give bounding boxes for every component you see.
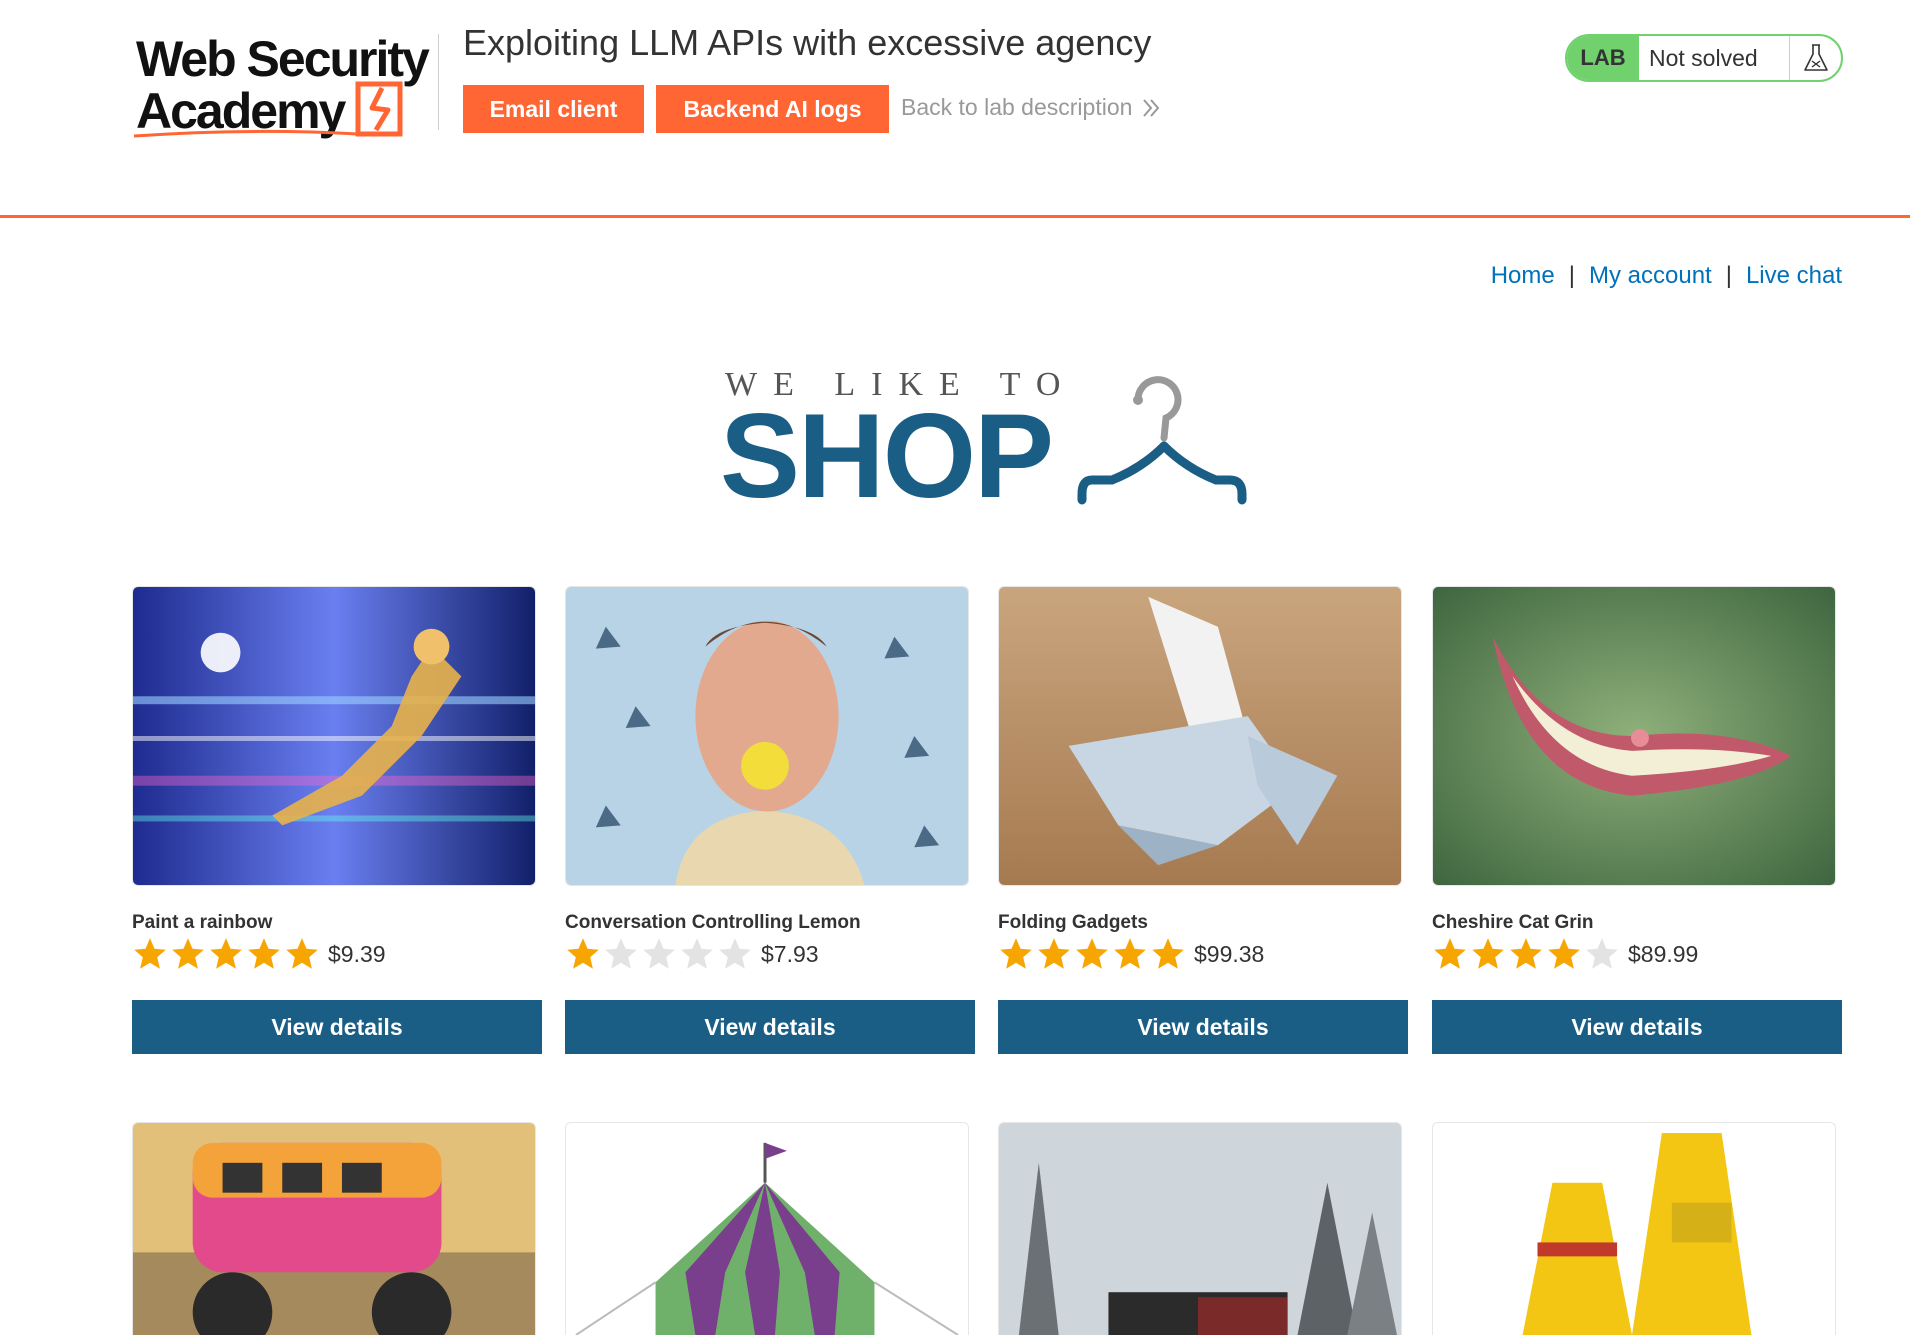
- origami-image[interactable]: [998, 586, 1402, 886]
- nav-separator: |: [1568, 262, 1575, 289]
- email-client-button[interactable]: Email client: [463, 85, 644, 133]
- star-filled-icon: [1434, 938, 1466, 969]
- star-empty-icon: [605, 938, 637, 969]
- star-empty-icon: [1586, 938, 1618, 969]
- backend-ai-logs-button[interactable]: Backend AI logs: [656, 85, 889, 133]
- star-filled-icon: [134, 938, 166, 969]
- star-filled-icon: [1000, 938, 1032, 969]
- star-filled-icon: [1076, 938, 1108, 969]
- view-details-button[interactable]: View details: [565, 1000, 975, 1054]
- circus-tent-image[interactable]: [565, 1122, 969, 1335]
- star-filled-icon: [1510, 938, 1542, 969]
- web-security-academy-logo[interactable]: Web Security Academy: [132, 28, 434, 140]
- cat-grin-image[interactable]: [1432, 586, 1836, 886]
- view-details-button[interactable]: View details: [998, 1000, 1408, 1054]
- back-link-label: Back to lab description: [901, 94, 1133, 120]
- monster-van-image[interactable]: [132, 1122, 536, 1335]
- flask-icon: [1789, 36, 1841, 80]
- caution-sign-image[interactable]: [1432, 1122, 1836, 1335]
- star-empty-icon: [643, 938, 675, 969]
- product-name: Paint a rainbow: [132, 912, 273, 933]
- star-filled-icon: [172, 938, 204, 969]
- product-rating: $7.93: [565, 936, 819, 972]
- product-rating: $89.99: [1432, 936, 1698, 972]
- nav-separator: |: [1725, 262, 1732, 289]
- logo-divider: [438, 34, 439, 130]
- site-navigation: Home | My account | Live chat: [1491, 262, 1842, 290]
- clothes-hanger-icon: [1077, 376, 1247, 505]
- product-price: $89.99: [1628, 940, 1699, 967]
- lab-badge: LAB: [1567, 36, 1639, 80]
- product-name: Cheshire Cat Grin: [1432, 912, 1594, 933]
- product-price: $7.93: [761, 940, 819, 967]
- snowy-train-image[interactable]: [998, 1122, 1402, 1335]
- star-empty-icon: [719, 938, 751, 969]
- view-details-button[interactable]: View details: [1432, 1000, 1842, 1054]
- star-filled-icon: [248, 938, 280, 969]
- product-price: $99.38: [1194, 940, 1265, 967]
- view-details-button[interactable]: View details: [132, 1000, 542, 1054]
- star-filled-icon: [1472, 938, 1504, 969]
- star-filled-icon: [286, 938, 318, 969]
- star-filled-icon: [1152, 938, 1184, 969]
- star-filled-icon: [1038, 938, 1070, 969]
- star-filled-icon: [1114, 938, 1146, 969]
- hero-title: SHOP: [720, 389, 1054, 523]
- lab-status-widget: LAB Not solved: [1565, 34, 1843, 82]
- star-filled-icon: [567, 938, 599, 969]
- nav-my-account-link[interactable]: My account: [1589, 262, 1712, 290]
- nav-home-link[interactable]: Home: [1491, 262, 1555, 290]
- product-name: Folding Gadgets: [998, 912, 1148, 933]
- nav-live-chat-link[interactable]: Live chat: [1746, 262, 1842, 290]
- lemon-face-image[interactable]: [565, 586, 969, 886]
- star-filled-icon: [210, 938, 242, 969]
- superhero-image[interactable]: [132, 586, 536, 886]
- logo-line1: Web Security: [136, 31, 430, 87]
- double-chevron-right-icon: [1143, 98, 1160, 117]
- academy-header: Web Security Academy Exploiting LLM APIs…: [0, 0, 1910, 218]
- product-rating: $99.38: [998, 936, 1264, 972]
- lab-title: Exploiting LLM APIs with excessive agenc…: [463, 22, 1152, 63]
- star-filled-icon: [1548, 938, 1580, 969]
- product-name: Conversation Controlling Lemon: [565, 912, 861, 933]
- product-rating: $9.39: [132, 936, 386, 972]
- back-to-lab-description-link[interactable]: Back to lab description: [901, 94, 1160, 121]
- product-price: $9.39: [328, 940, 386, 967]
- lab-status-text: Not solved: [1649, 44, 1758, 71]
- star-empty-icon: [681, 938, 713, 969]
